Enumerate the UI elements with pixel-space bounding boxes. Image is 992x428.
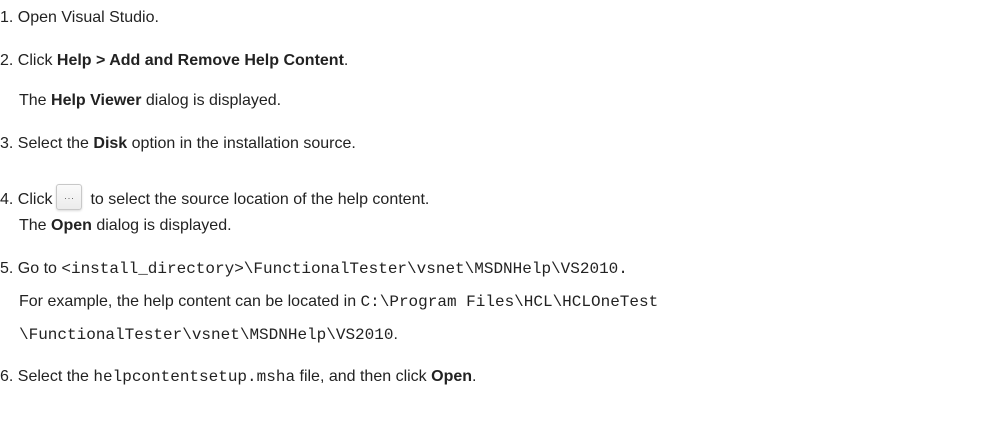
ellipsis-glyph: ... [64,191,75,201]
example-text: . [393,326,398,343]
step-number: 2. [0,52,14,69]
directory-path: <install_directory>\FunctionalTester\vsn… [61,260,628,278]
result-text: dialog is displayed. [91,217,232,234]
step-2: 2. Click Help > Add and Remove Help Cont… [0,51,348,71]
example-text: For example, the help content can be loc… [19,293,361,310]
step-number: 3. [0,135,14,152]
step-5: 5. Go to <install_directory>\FunctionalT… [0,259,628,279]
step-3: 3. Select the Disk option in the install… [0,134,356,154]
step-5-example: For example, the help content can be loc… [19,292,658,312]
option-name: Disk [93,135,128,152]
step-text: option in the installation source. [127,135,356,152]
menu-path: Help > Add and Remove Help Content [56,52,344,69]
step-4: 4. Click... to select the source location… [0,184,429,210]
step-text: . [343,52,349,69]
step-text: Click [17,191,53,208]
step-text: Click [17,52,57,69]
step-number: 5. [0,260,14,277]
step-text: to select the source location of the hel… [90,191,430,208]
step-4-result: The Open dialog is displayed. [19,216,232,236]
step-1: 1. Open Visual Studio. [0,8,159,28]
step-number: 4. [0,191,14,208]
ellipsis-button-icon: ... [56,184,83,210]
result-text: The [19,217,52,234]
result-text: dialog is displayed. [141,92,282,109]
dialog-name: Help Viewer [51,92,142,109]
step-6: 6. Select the helpcontentsetup.msha file… [0,367,476,387]
step-number: 6. [0,368,14,385]
step-5-example-continued: \FunctionalTester\vsnet\MSDNHelp\VS2010. [19,325,398,345]
step-text: . [472,368,477,385]
step-text: Select the [17,368,94,385]
file-name: helpcontentsetup.msha [93,368,296,386]
example-path: C:\Program Files\HCL\HCLOneTest [360,293,659,311]
example-path: \FunctionalTester\vsnet\MSDNHelp\VS2010 [19,326,394,344]
step-text: Go to [17,260,62,277]
step-text: Select the [17,135,94,152]
step-text: Open Visual Studio. [17,9,159,26]
step-number: 1. [0,9,14,26]
dialog-name: Open [51,217,92,234]
button-name: Open [431,368,473,385]
step-2-result: The Help Viewer dialog is displayed. [19,91,281,111]
result-text: The [19,92,52,109]
step-text: file, and then click [295,368,432,385]
